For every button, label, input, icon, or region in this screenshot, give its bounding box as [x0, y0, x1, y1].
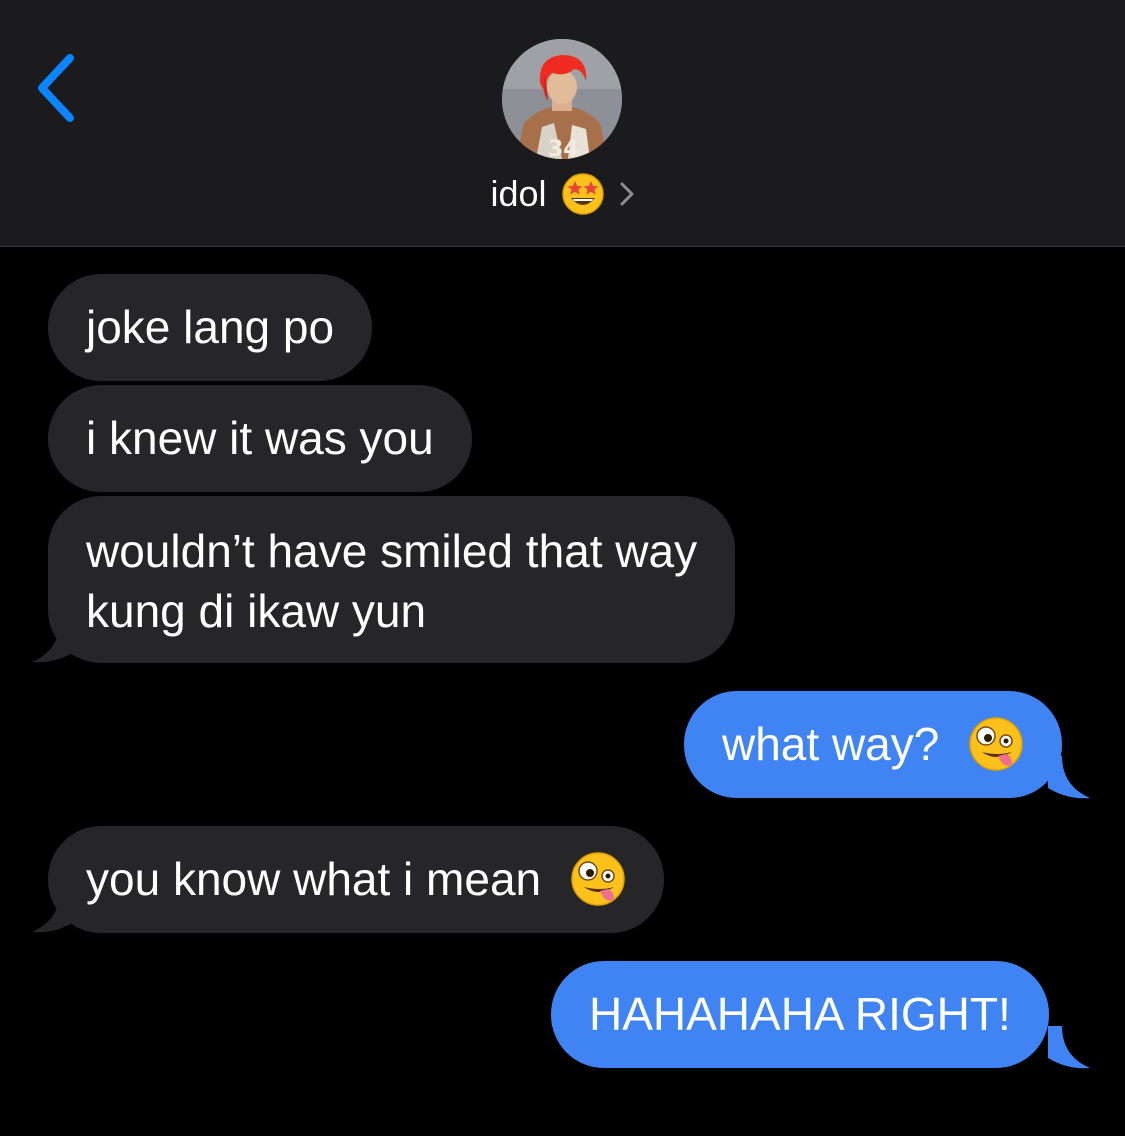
message-text: what way?	[722, 718, 940, 770]
incoming-message-bubble[interactable]: wouldn’t have smiled that way kung di ik…	[48, 496, 736, 663]
incoming-bubble-tail	[32, 620, 74, 663]
zany-face-emoji	[571, 852, 625, 906]
outgoing-message-bubble[interactable]: HAHAHAHA RIGHT!	[551, 961, 1049, 1068]
back-button[interactable]	[28, 50, 88, 126]
chevron-left-icon	[38, 54, 74, 122]
conversation-header: 34 idol	[0, 0, 1125, 247]
incoming-message-bubble[interactable]: i knew it was you	[48, 385, 472, 492]
message-text-line: wouldn’t have smiled that way	[86, 525, 698, 577]
message-text: i knew it was you	[86, 412, 434, 464]
outgoing-bubble-tail	[1048, 1026, 1090, 1069]
contact-name-button[interactable]: idol	[0, 168, 1125, 220]
incoming-bubble-tail	[32, 890, 74, 933]
zany-face-emoji	[969, 717, 1023, 771]
avatar-image: 34	[502, 39, 622, 159]
message-text: joke lang po	[86, 301, 335, 353]
message-text: HAHAHAHA RIGHT!	[589, 988, 1011, 1040]
incoming-message-bubble[interactable]: you know what i mean	[48, 826, 664, 933]
star-struck-emoji	[561, 173, 604, 215]
chevron-right-icon	[619, 181, 635, 207]
svg-text:34: 34	[548, 137, 579, 159]
message-text-line: kung di ikaw yun	[86, 585, 427, 637]
outgoing-message-bubble[interactable]: what way?	[684, 691, 1063, 798]
outgoing-bubble-tail	[1048, 756, 1090, 799]
incoming-message-bubble[interactable]: joke lang po	[48, 274, 373, 381]
message-text: you know what i mean	[86, 853, 542, 905]
contact-avatar[interactable]: 34	[502, 39, 622, 159]
contact-name: idol	[490, 173, 547, 214]
